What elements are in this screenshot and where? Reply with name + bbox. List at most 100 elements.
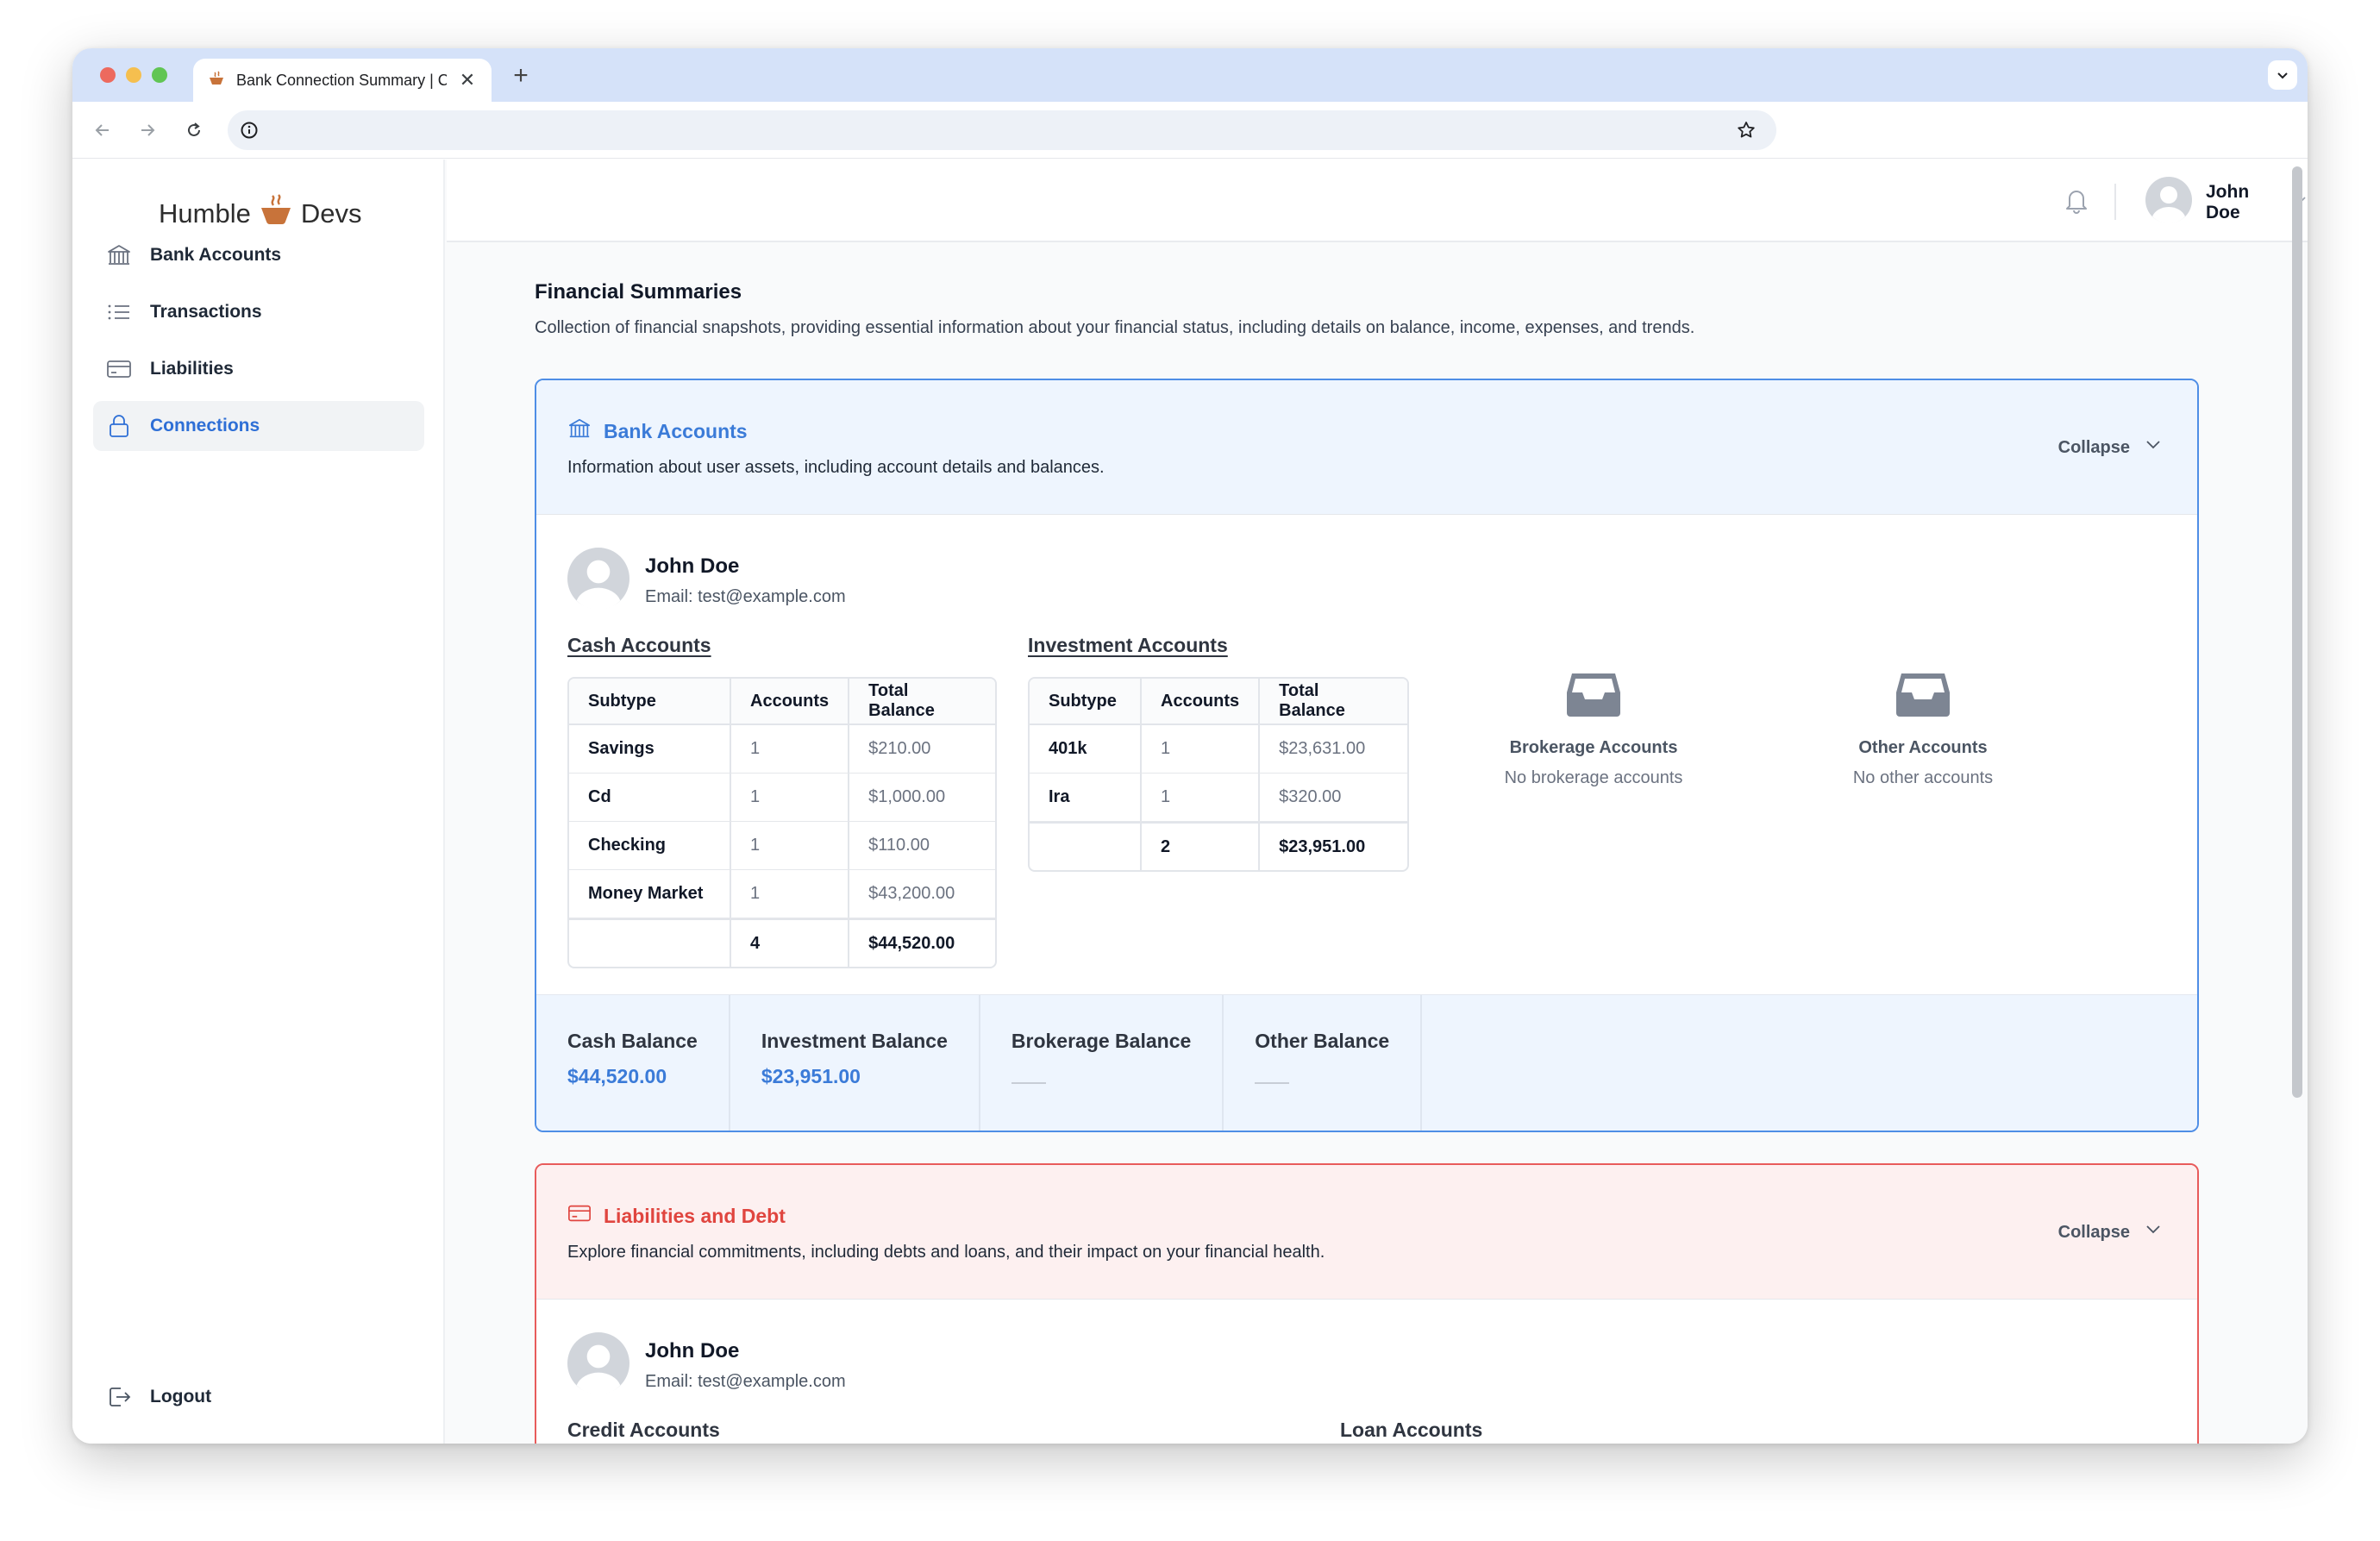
accounts-cell: 1 — [730, 822, 849, 870]
accounts-cell: 1 — [1140, 774, 1259, 822]
maximize-window-button[interactable] — [152, 67, 167, 83]
reload-icon — [188, 122, 200, 136]
arrow-left-icon — [95, 124, 109, 136]
liabilities-card: Liabilities and Debt Explore financial c… — [535, 1163, 2199, 1444]
avatar — [567, 548, 629, 614]
total-accounts-cell: 2 — [1140, 822, 1259, 870]
credit-accounts-title: Credit Accounts — [567, 1419, 720, 1441]
page-scrollbar[interactable] — [2292, 166, 2302, 1098]
sidebar: Humble Devs Bank Accounts Transactions L… — [72, 160, 445, 1444]
chevron-down-icon — [2144, 435, 2163, 460]
table-row: Cd 1 $1,000.00 — [569, 774, 995, 822]
header-divider — [2114, 184, 2116, 220]
table-row: Ira 1 $320.00 — [1030, 774, 1407, 822]
sidebar-item-transactions[interactable]: Transactions — [93, 287, 424, 337]
favicon-icon — [207, 69, 226, 92]
cash-accounts-title: Cash Accounts — [567, 634, 711, 656]
total-accounts-cell: 4 — [730, 918, 849, 967]
sidebar-item-label: Connections — [150, 416, 260, 435]
card-title-text: Liabilities and Debt — [604, 1204, 786, 1227]
browser-toolbar — [72, 102, 2308, 159]
avatar — [2145, 177, 2192, 229]
tab-close-icon[interactable]: ✕ — [457, 69, 478, 91]
new-tab-button[interactable]: + — [505, 60, 536, 91]
card-title-text: Bank Accounts — [604, 419, 748, 442]
bank-icon — [105, 241, 133, 269]
subtype-cell: Checking — [569, 822, 730, 870]
balance-summary-bar: Cash Balance $44,520.00 Investment Balan… — [536, 994, 2197, 1131]
user-email: Email: test@example.com — [645, 587, 846, 606]
inbox-icon — [1895, 673, 1951, 724]
logout-button[interactable]: Logout — [93, 1372, 424, 1422]
table-header-row: Subtype Accounts Total Balance — [1030, 679, 1407, 725]
empty-state-description: No brokerage accounts — [1504, 768, 1683, 787]
empty-cell — [1030, 822, 1140, 870]
sidebar-item-label: Bank Accounts — [150, 245, 282, 265]
tab-search-button[interactable] — [2268, 60, 2297, 90]
sidebar-item-connections[interactable]: Connections — [93, 401, 424, 451]
close-window-button[interactable] — [100, 67, 116, 83]
balance-cell: $320.00 — [1258, 774, 1407, 822]
inbox-icon — [1565, 673, 1622, 724]
collapse-button[interactable]: Collapse — [2058, 435, 2163, 460]
cash-balance-stat: Cash Balance $44,520.00 — [536, 995, 730, 1131]
brand-name-right: Devs — [300, 198, 362, 229]
reload-button[interactable] — [179, 116, 209, 145]
accounts-cell: 1 — [1140, 725, 1259, 774]
table-row: Savings 1 $210.00 — [569, 725, 995, 774]
site-info-icon[interactable] — [236, 117, 262, 143]
column-header: Subtype — [569, 679, 730, 725]
other-balance-stat: Other Balance — [1224, 995, 1423, 1131]
credit-card-icon — [567, 1201, 592, 1231]
subtype-cell: Cd — [569, 774, 730, 822]
card-title: Bank Accounts — [567, 417, 748, 446]
page-title: Financial Summaries — [535, 280, 742, 304]
other-accounts-empty-state: Other Accounts No other accounts — [1794, 668, 2052, 788]
user-email: Email: test@example.com — [645, 1372, 846, 1391]
main-content: Financial Summaries Collection of financ… — [447, 244, 2292, 1444]
card-description: Explore financial commitments, including… — [567, 1243, 1325, 1262]
subtype-cell: Ira — [1030, 774, 1140, 822]
table-header-row: Subtype Accounts Total Balance — [569, 679, 995, 725]
credit-card-icon — [105, 355, 133, 383]
user-name: John Doe — [645, 1339, 740, 1362]
stat-value: $44,520.00 — [567, 1065, 667, 1087]
bank-icon — [567, 417, 592, 446]
liabilities-card-header: Liabilities and Debt Explore financial c… — [536, 1165, 2197, 1300]
cash-accounts-table: Subtype Accounts Total Balance Savings 1… — [567, 677, 997, 968]
app-root: Humble Devs Bank Accounts Transactions L… — [72, 160, 2308, 1444]
bank-accounts-card: Bank Accounts Information about user ass… — [535, 379, 2199, 1132]
sidebar-item-liabilities[interactable]: Liabilities — [93, 344, 424, 394]
forward-button[interactable] — [133, 116, 162, 145]
list-icon — [105, 298, 133, 326]
minimize-window-button[interactable] — [126, 67, 141, 83]
collapse-button[interactable]: Collapse — [2058, 1220, 2163, 1244]
user-menu[interactable]: John Doe — [2145, 177, 2308, 229]
accounts-cell: 1 — [730, 725, 849, 774]
address-bar[interactable] — [228, 110, 1776, 150]
browser-tab-active[interactable]: Bank Connection Summary | C ✕ — [193, 59, 492, 102]
card-title: Liabilities and Debt — [567, 1201, 786, 1231]
collapse-label: Collapse — [2057, 437, 2130, 457]
balance-cell: $43,200.00 — [848, 870, 995, 918]
accounts-cell: 1 — [730, 774, 849, 822]
brand-logo[interactable]: Humble Devs — [159, 192, 361, 235]
table-total-row: 2 $23,951.00 — [1030, 822, 1407, 870]
avatar — [567, 1332, 629, 1399]
column-header: Accounts — [730, 679, 849, 725]
subtype-cell: Savings — [569, 725, 730, 774]
back-button[interactable] — [88, 116, 117, 145]
bank-accounts-card-header: Bank Accounts Information about user ass… — [536, 380, 2197, 515]
investment-balance-stat: Investment Balance $23,951.00 — [730, 995, 980, 1131]
user-info: John Doe Email: test@example.com — [567, 548, 846, 614]
total-balance-cell: $23,951.00 — [1258, 822, 1407, 870]
sidebar-item-bank-accounts[interactable]: Bank Accounts — [93, 230, 424, 280]
user-name: John Doe — [2206, 182, 2250, 222]
empty-cell — [569, 918, 730, 967]
stat-label: Cash Balance — [567, 1030, 698, 1052]
collapse-label: Collapse — [2057, 1222, 2130, 1242]
column-header: Total Balance — [1258, 679, 1407, 725]
notifications-bell-icon[interactable] — [2063, 185, 2090, 219]
tab-title: Bank Connection Summary | C — [236, 71, 447, 89]
bookmark-star-icon[interactable] — [1733, 117, 1759, 143]
